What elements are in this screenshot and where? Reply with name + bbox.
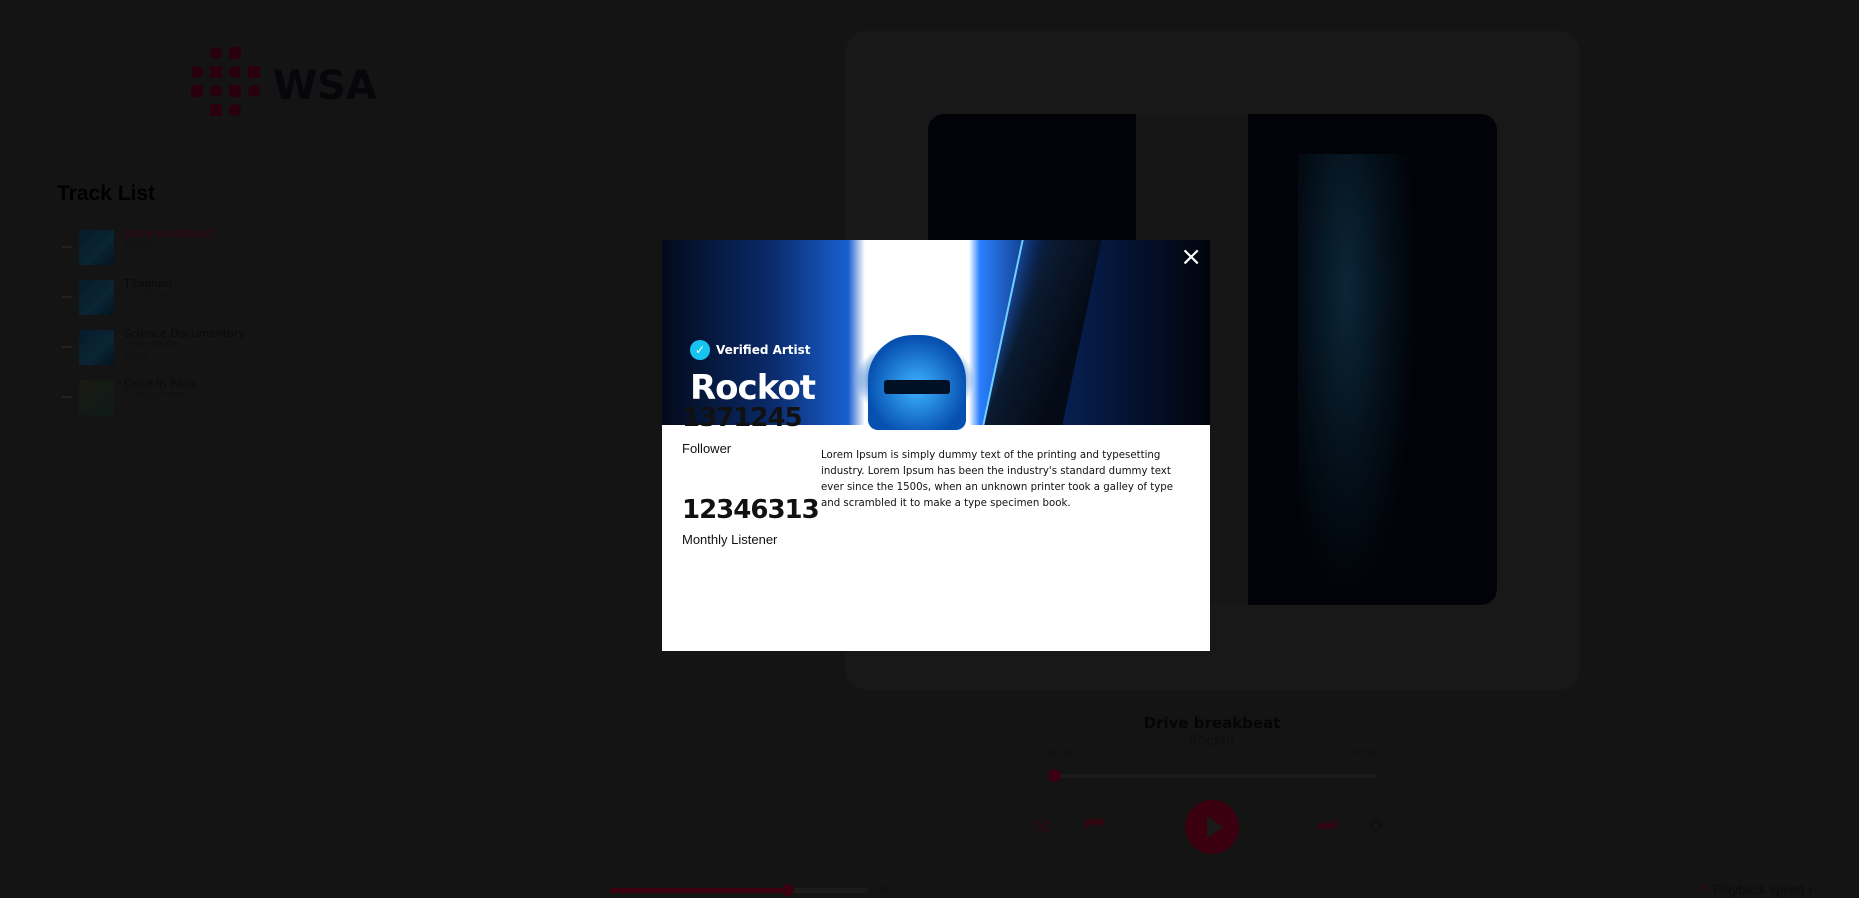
track-item[interactable]: Titanium AlisiaBeats 2023 [62,277,322,316]
logo-text: WSA [273,63,377,109]
volume-fill [610,888,789,893]
track-item[interactable]: Once In Paris Pumpupthemind 2023 [62,377,322,416]
artist-banner: ✓ Verified Artist Rockot × [662,240,1210,430]
drag-handle-icon[interactable] [62,396,72,398]
track-year: 2023 [124,302,147,312]
track-title: Science Documentory [124,327,245,340]
track-artist: Rockot [124,240,155,250]
seek-slider[interactable] [1048,769,1376,782]
verified-label: Verified Artist [716,343,811,357]
drag-handle-icon[interactable] [62,296,72,298]
track-thumbnail [79,280,114,315]
drag-handle-icon[interactable] [62,346,72,348]
track-year: 2023 [124,402,147,412]
shuffle-icon[interactable]: ⤨ [1034,816,1048,837]
track-artist: Pumpupthemind [124,390,199,400]
track-year: 2023 [124,252,147,262]
track-year: 2023 [124,352,147,362]
artist-bio: Lorem Ipsum is simply dummy text of the … [821,450,1174,509]
verified-check-icon: ✓ [690,340,710,360]
repeat-icon[interactable]: ⟳ [1370,816,1385,837]
track-artist: AlisiaBeats [124,290,174,300]
close-icon[interactable]: × [1180,244,1202,270]
playback-speed-label: Playback speed [1712,882,1805,897]
track-thumbnail [79,380,114,415]
track-thumbnail [79,330,114,365]
player-artist[interactable]: Rockot [1112,733,1312,749]
monthly-listener-label: Monthly Listener [682,532,778,547]
drag-handle-icon[interactable] [62,246,72,248]
play-button[interactable] [1185,800,1239,854]
track-item[interactable]: Drive breakbeat Rockot 2023 [62,227,322,266]
follower-label: Follower [682,441,732,456]
next-icon[interactable]: ⏭ [1318,812,1338,837]
headphones-icon: ◠ [1698,882,1710,897]
artist-name: Rockot [690,368,816,408]
monthly-listener-count: 12346313 [682,495,820,525]
banner-figure-glasses [884,380,950,394]
chevron-right-icon: › [1808,882,1813,897]
track-thumbnail [79,230,114,265]
track-title: Drive breakbeat [124,227,213,240]
track-title: Titanium [124,277,173,290]
seek-thumb[interactable] [1048,769,1061,782]
track-list-title: Track List [57,182,156,205]
logo-mark: WSA [191,47,377,116]
current-time: 00:00 [1047,748,1076,759]
player-track-title: Drive breakbeat [1143,714,1281,732]
follower-count: 1371245 [682,403,803,433]
artist-modal: ✓ Verified Artist Rockot × Lorem Ipsum i… [662,240,1210,651]
volume-thumb[interactable] [782,884,795,896]
banner-figure-arm [982,240,1102,425]
track-artist: Lexin_Music [124,340,178,350]
album-art-figure [1298,154,1418,604]
previous-icon[interactable]: ⏮ [1084,812,1104,837]
track-item[interactable]: Science Documentory Lexin_Music 2023 [62,327,322,366]
wsa-logo[interactable]: WSA [191,47,391,117]
verified-artist-badge: ✓ Verified Artist [690,340,811,360]
duration: 00:00 [1347,748,1376,759]
volume-slider[interactable] [610,884,868,896]
track-title: Once In Paris [124,377,196,390]
volume-up-icon[interactable]: 🔊︎ [879,881,887,896]
volume-mute-icon[interactable]: 🔈︎ [582,881,589,896]
